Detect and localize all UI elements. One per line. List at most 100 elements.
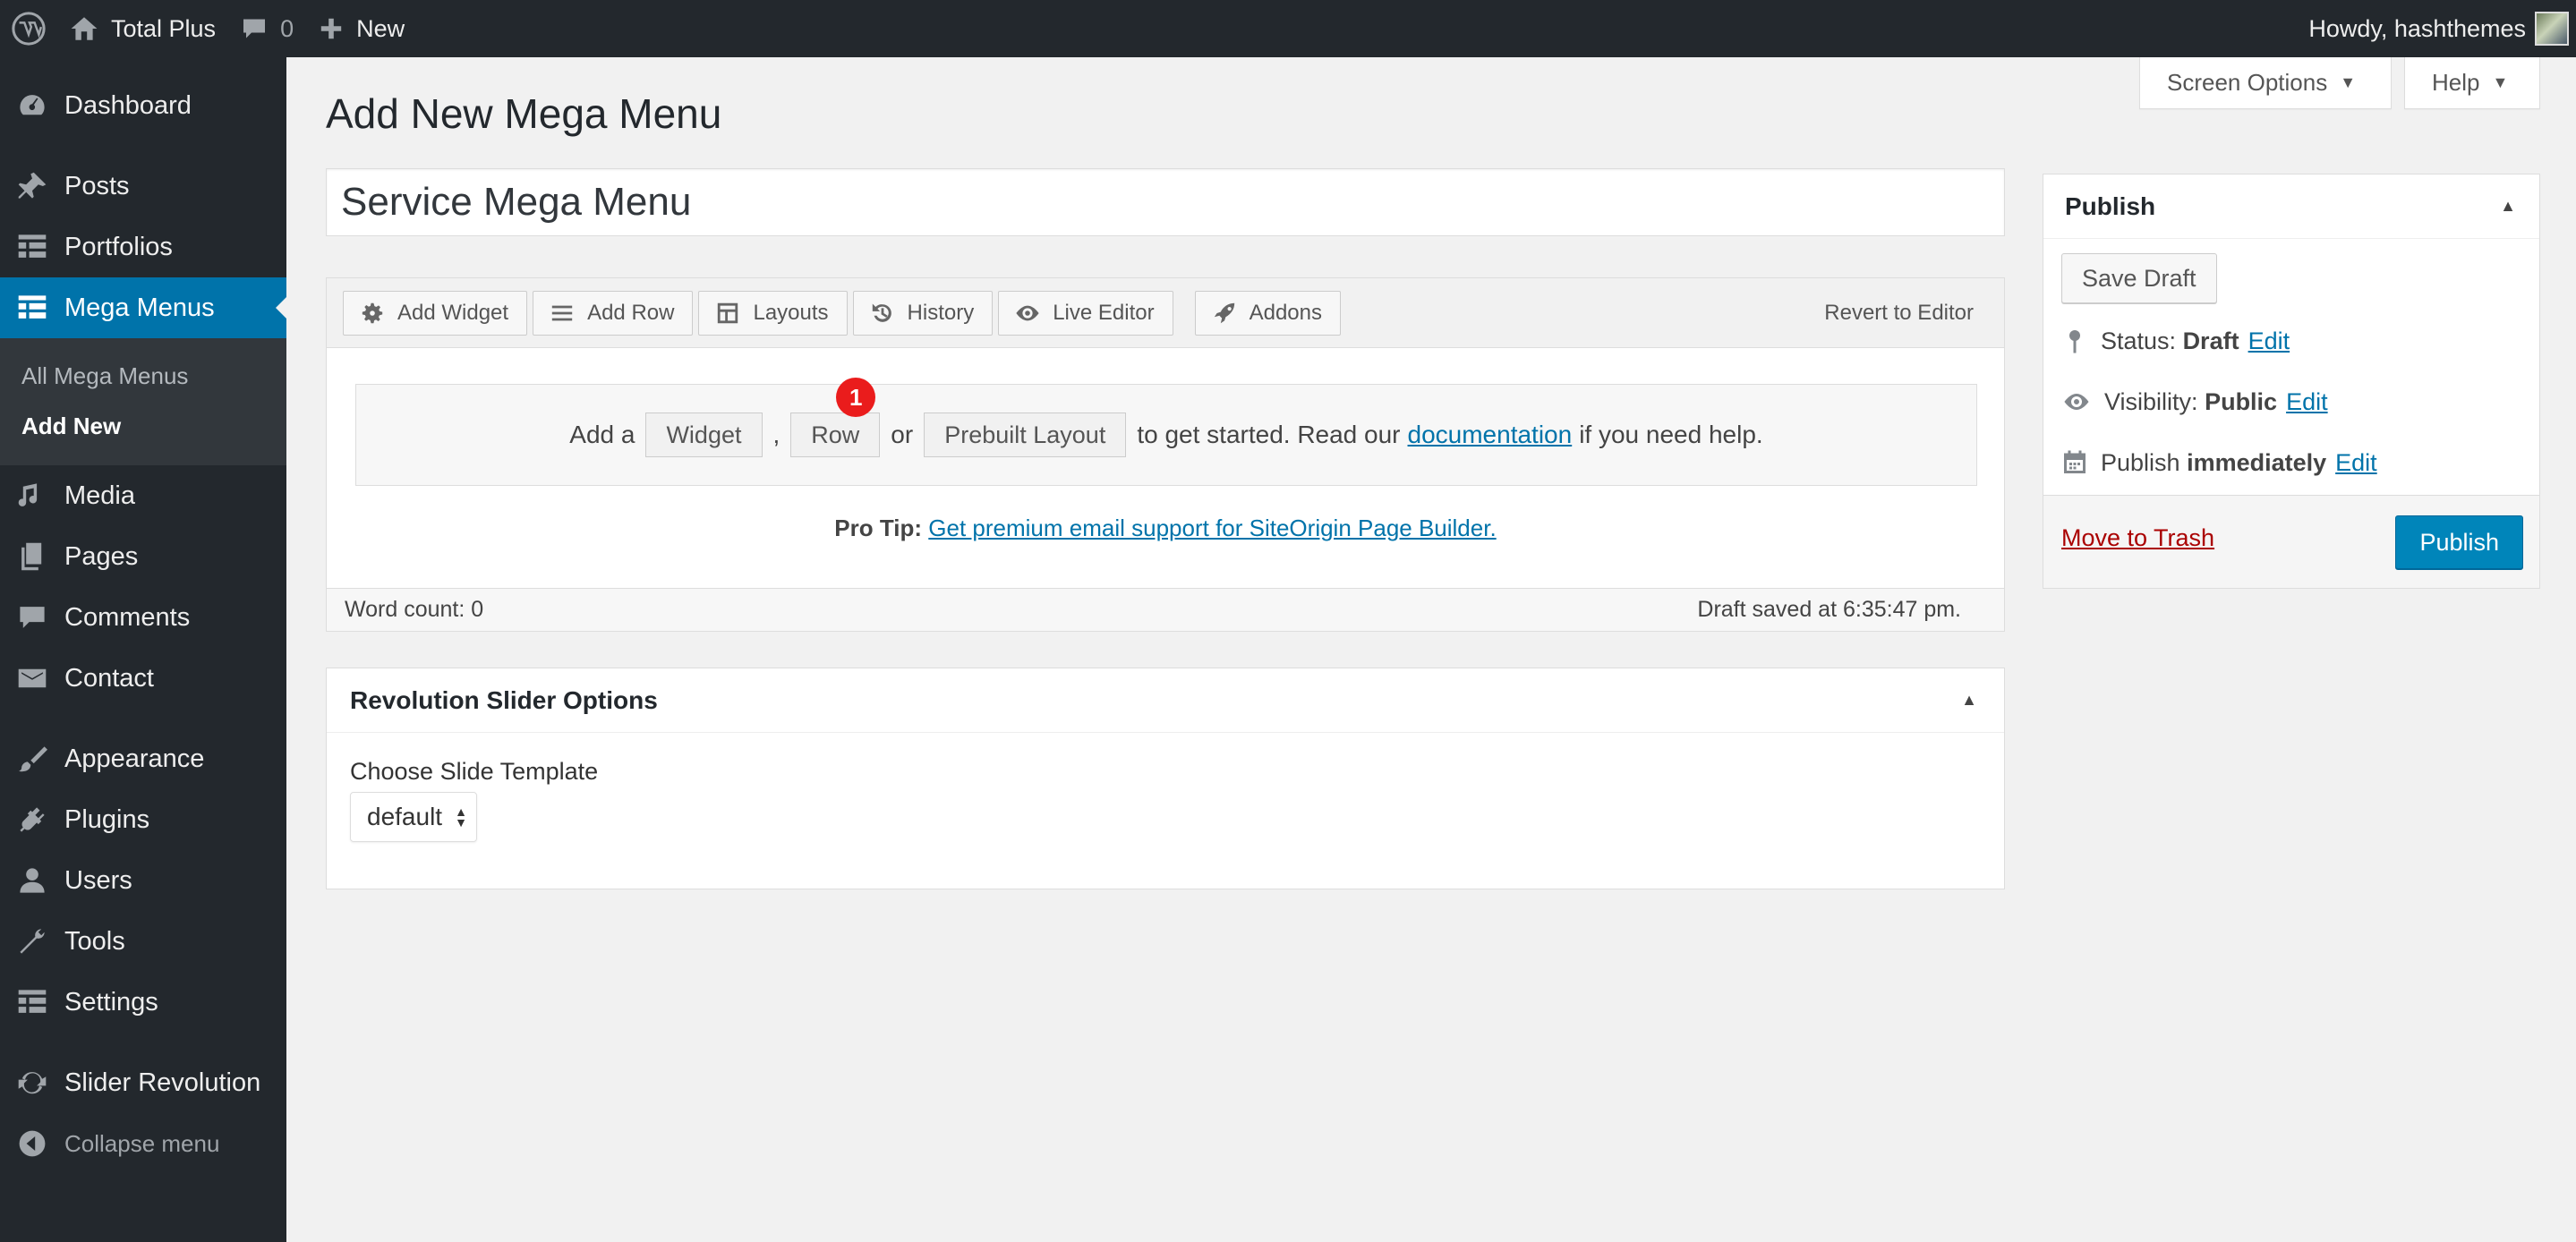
sidebar-item-settings[interactable]: Settings	[0, 972, 286, 1033]
documentation-link[interactable]: documentation	[1408, 421, 1573, 449]
comment-icon	[16, 601, 48, 634]
comment-icon	[241, 15, 268, 42]
caret-up-icon[interactable]: ▲	[2500, 197, 2516, 216]
sidebar-item-media[interactable]: Media	[0, 465, 286, 526]
or-text: or	[891, 421, 914, 448]
screen-options-label: Screen Options	[2167, 69, 2328, 96]
new-label: New	[356, 14, 405, 42]
avatar	[2535, 12, 2569, 46]
edit-visibility-link[interactable]: Edit	[2286, 388, 2328, 416]
addons-button[interactable]: Addons	[1194, 290, 1341, 336]
edit-status-link[interactable]: Edit	[2248, 328, 2290, 355]
save-draft-button[interactable]: Save Draft	[2061, 253, 2217, 303]
wordpress-logo-icon[interactable]	[0, 0, 57, 57]
add-widget-welcome-button[interactable]: Widget	[645, 413, 763, 457]
sidebar-item-label: Contact	[64, 663, 154, 693]
sidebar-item-label: Plugins	[64, 804, 150, 834]
revert-to-editor-link[interactable]: Revert to Editor	[1824, 278, 1974, 348]
grid-icon	[16, 231, 48, 263]
move-to-trash-link[interactable]: Move to Trash	[2061, 524, 2214, 552]
pages-icon	[16, 540, 48, 573]
sidebar-item-plugins[interactable]: Plugins	[0, 789, 286, 850]
collapse-menu-button[interactable]: Collapse menu	[0, 1113, 286, 1174]
screen-options-button[interactable]: Screen Options ▼	[2139, 57, 2392, 109]
sidebar-item-appearance[interactable]: Appearance	[0, 728, 286, 789]
calendar-icon	[2064, 450, 2086, 473]
welcome-text: Add a	[569, 421, 635, 448]
add-row-button[interactable]: Add Row	[533, 290, 694, 336]
admin-sidebar: Dashboard Posts Portfolios Mega Menus Al…	[0, 57, 286, 1242]
caret-up-icon[interactable]: ▲	[1961, 691, 1977, 710]
site-name-menu[interactable]: Total Plus	[57, 0, 228, 57]
edit-publish-time-link[interactable]: Edit	[2335, 449, 2377, 477]
page-title: Add New Mega Menu	[326, 90, 722, 137]
sidebar-item-slider-revolution[interactable]: Slider Revolution	[0, 1052, 286, 1113]
submenu-item-add-new[interactable]: Add New	[0, 401, 286, 451]
mega-menus-submenu: All Mega Menus Add New	[0, 338, 286, 465]
mail-icon	[16, 662, 48, 694]
sidebar-item-tools[interactable]: Tools	[0, 911, 286, 972]
history-button[interactable]: History	[852, 290, 994, 336]
publish-button[interactable]: Publish	[2395, 515, 2523, 569]
widget-label: Widget	[666, 421, 742, 448]
history-icon	[872, 303, 891, 322]
add-row-welcome-button[interactable]: Row 1	[790, 378, 881, 457]
collapse-label: Collapse menu	[64, 1129, 220, 1157]
publish-label: Publish	[2101, 448, 2180, 476]
welcome-text: if you need help.	[1579, 421, 1763, 448]
comments-count: 0	[280, 14, 294, 42]
sidebar-item-mega-menus[interactable]: Mega Menus	[0, 277, 286, 338]
comments-menu[interactable]: 0	[228, 0, 306, 57]
sidebar-item-label: Settings	[64, 987, 158, 1017]
slide-template-select[interactable]: default ▲ ▼	[350, 792, 477, 842]
sidebar-item-label: Portfolios	[64, 232, 173, 261]
submenu-item-all-mega-menus[interactable]: All Mega Menus	[0, 351, 286, 401]
draft-saved-status: Draft saved at 6:35:47 pm.	[1697, 597, 1961, 622]
account-menu[interactable]: Howdy, hashthemes	[2308, 0, 2569, 57]
sidebar-item-portfolios[interactable]: Portfolios	[0, 217, 286, 277]
sidebar-item-posts[interactable]: Posts	[0, 156, 286, 217]
publish-box-header[interactable]: Publish ▲	[2043, 174, 2539, 239]
slide-template-label: Choose Slide Template	[350, 758, 599, 785]
sidebar-item-label: Posts	[64, 171, 130, 200]
revolution-slider-options-header[interactable]: Revolution Slider Options ▲	[327, 668, 2004, 733]
rocket-icon	[1214, 302, 1234, 323]
live-editor-label: Live Editor	[1053, 300, 1155, 325]
brush-icon	[16, 743, 48, 775]
live-editor-button[interactable]: Live Editor	[998, 290, 1173, 336]
post-title-input[interactable]: Service Mega Menu	[326, 168, 2005, 236]
sidebar-item-label: Slider Revolution	[64, 1068, 261, 1097]
new-content-menu[interactable]: New	[306, 0, 417, 57]
builder-toolbar: Add Widget Add Row Layouts History Live …	[327, 278, 2004, 348]
add-widget-label: Add Widget	[397, 300, 509, 325]
eye-icon	[2064, 394, 2089, 410]
refresh-icon	[16, 1067, 48, 1099]
pro-tip-label: Pro Tip:	[834, 515, 923, 541]
add-widget-button[interactable]: Add Widget	[343, 290, 528, 336]
sidebar-item-dashboard[interactable]: Dashboard	[0, 75, 286, 136]
admin-bar: Total Plus 0 New Howdy, hashthemes	[0, 0, 2576, 57]
editor-status-bar: Word count: 0 Draft saved at 6:35:47 pm.	[327, 588, 2004, 631]
prebuilt-layout-button[interactable]: Prebuilt Layout	[924, 413, 1127, 457]
status-label: Status:	[2101, 327, 2177, 354]
comma-text: ,	[772, 421, 780, 448]
media-icon	[16, 480, 48, 512]
help-button[interactable]: Help ▼	[2404, 57, 2540, 109]
sidebar-item-label: Pages	[64, 541, 139, 571]
word-count: Word count: 0	[345, 597, 484, 622]
layouts-label: Layouts	[753, 300, 829, 325]
sidebar-item-pages[interactable]: Pages	[0, 526, 286, 587]
sidebar-item-users[interactable]: Users	[0, 850, 286, 911]
premium-support-link[interactable]: Get premium email support for SiteOrigin…	[928, 515, 1496, 541]
post-status: Status: Draft Edit	[2061, 323, 2290, 359]
rows-icon	[551, 305, 573, 320]
sidebar-item-comments[interactable]: Comments	[0, 587, 286, 648]
visibility-value: Public	[2205, 387, 2278, 415]
plug-icon	[16, 804, 48, 836]
sidebar-item-label: Mega Menus	[64, 293, 215, 322]
howdy-label: Howdy, hashthemes	[2308, 14, 2526, 42]
sidebar-item-contact[interactable]: Contact	[0, 648, 286, 709]
layouts-button[interactable]: Layouts	[698, 290, 848, 336]
